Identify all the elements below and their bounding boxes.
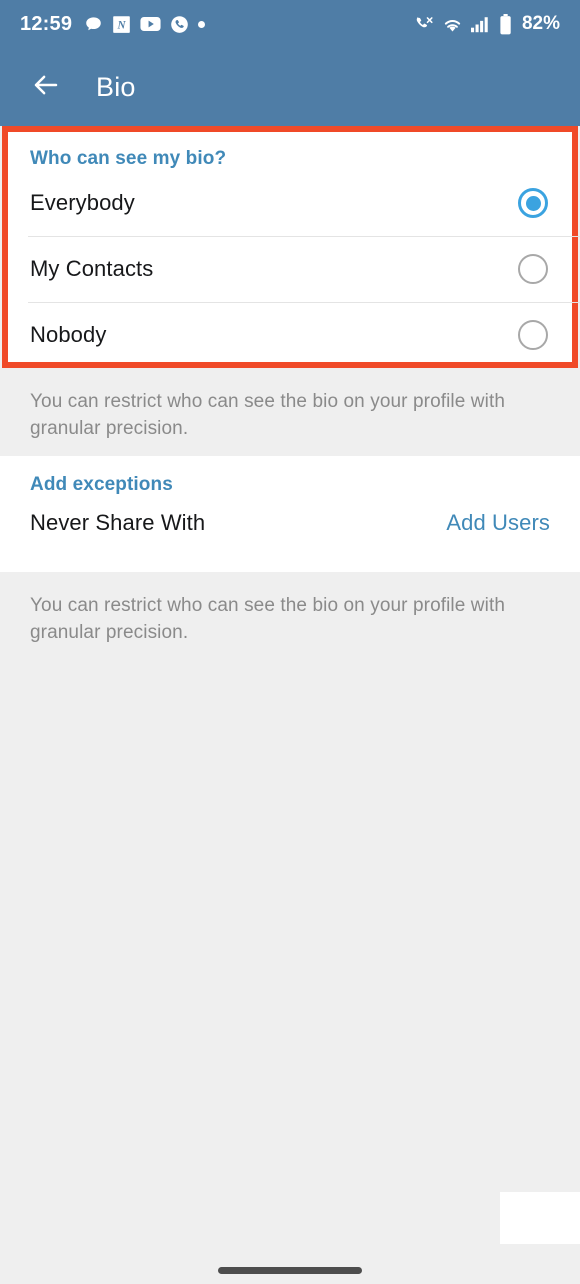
empty-content-area [0,664,580,1284]
never-share-with-label: Never Share With [30,510,206,535]
chat-bubble-icon [84,15,103,34]
phone-signal-icon [413,14,434,35]
svg-text:N: N [117,19,127,31]
privacy-footer-text: You can restrict who can see the bio on … [30,391,505,439]
page-title: Bio [96,71,136,102]
privacy-option-label: Nobody [30,322,107,347]
radio-button-selected-icon[interactable] [518,188,548,218]
app-bar: Bio [0,48,580,126]
phone-circle-icon [170,15,189,34]
exceptions-section-title: Add exceptions [30,474,173,495]
status-bar-clock: 12:59 [20,12,73,35]
cellular-signal-icon [470,16,491,33]
back-button[interactable] [24,65,68,109]
never-share-with-row[interactable]: Never Share With Add Users [0,496,580,536]
home-indicator-pill[interactable] [218,1266,362,1274]
battery-icon [499,13,512,35]
privacy-section-footer: You can restrict who can see the bio on … [0,368,580,456]
radio-button-unselected-icon[interactable] [518,320,548,350]
battery-percent-label: 82% [521,13,560,34]
note-app-icon: N [112,15,131,34]
radio-button-unselected-icon[interactable] [518,254,548,284]
phone-screen: 12:59 N 82% Bio Who can see my bio? Ever… [0,0,580,1284]
wifi-icon [442,16,463,33]
arrow-left-icon [31,70,61,105]
more-dot-icon [198,20,206,28]
exceptions-card: Add exceptions Never Share With Add User… [0,456,580,572]
youtube-icon [140,16,161,32]
privacy-option-my-contacts[interactable]: My Contacts [8,236,580,302]
exceptions-section-footer: You can restrict who can see the bio on … [0,572,580,664]
privacy-option-label: My Contacts [30,256,154,281]
status-bar: 12:59 N 82% [0,0,580,48]
add-users-button[interactable]: Add Users [446,510,550,536]
status-bar-left: 12:59 N [20,13,413,36]
status-bar-right: 82% [413,13,560,35]
privacy-option-label: Everybody [30,190,135,215]
privacy-options-card: Who can see my bio? Everybody My Contact… [8,132,580,362]
privacy-section-title: Who can see my bio? [30,148,227,169]
privacy-option-everybody[interactable]: Everybody [8,170,572,236]
privacy-option-nobody[interactable]: Nobody [8,302,580,368]
exceptions-footer-text: You can restrict who can see the bio on … [30,595,505,643]
system-navigation-bar [0,1244,580,1284]
